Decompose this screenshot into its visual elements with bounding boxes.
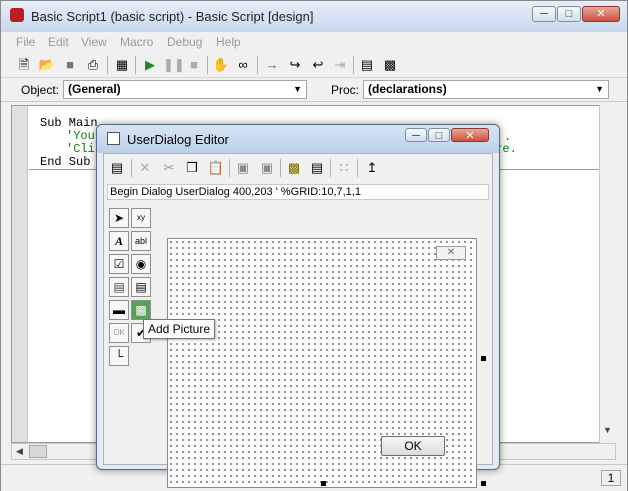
- run-icon[interactable]: ▶: [141, 56, 159, 74]
- menu-debug[interactable]: Debug: [167, 35, 202, 49]
- code-line: End Sub: [40, 155, 91, 169]
- step-over-icon[interactable]: ↪: [286, 56, 304, 74]
- textbox-tool-icon[interactable]: abl: [131, 231, 151, 251]
- add-picture-tooltip: Add Picture: [143, 319, 215, 339]
- stop-icon[interactable]: ■: [185, 56, 203, 74]
- paste-icon[interactable]: 📋: [206, 158, 226, 178]
- menu-file[interactable]: File: [16, 35, 35, 49]
- push-button-tool-icon[interactable]: └: [109, 346, 129, 366]
- cut-icon[interactable]: ✂: [159, 158, 179, 178]
- scroll-thumb[interactable]: [29, 445, 47, 458]
- app-icon: [10, 8, 24, 22]
- picture-tool-icon[interactable]: ▩: [131, 300, 151, 320]
- print-icon[interactable]: ⎙: [84, 56, 102, 74]
- maximize-button[interactable]: □: [557, 6, 581, 22]
- ok-button[interactable]: OK: [381, 436, 445, 456]
- window-title: Basic Script1 (basic script) - Basic Scr…: [31, 9, 314, 24]
- watch-glasses-icon[interactable]: ∞: [234, 56, 252, 74]
- new-document-icon[interactable]: 🗎: [15, 56, 33, 74]
- scroll-left-icon[interactable]: ◀: [16, 446, 23, 457]
- resize-handle[interactable]: [481, 356, 486, 361]
- delete-icon[interactable]: ✕: [135, 158, 155, 178]
- toolbar: 🗎 📂 ■ ⎙ ▦ ▶ ❚❚ ■ ✋ ∞ → ↪ ↩ ⇥ ▤ ▩: [1, 52, 627, 78]
- minimize-button[interactable]: ─: [532, 6, 556, 22]
- ok-button-tool-icon[interactable]: OK: [109, 323, 129, 343]
- menu-help[interactable]: Help: [216, 35, 241, 49]
- proc-label: Proc:: [331, 83, 360, 97]
- selector-bar: Object: (General) ▼ Proc: (declarations)…: [1, 78, 627, 102]
- ok-button-label: OK: [404, 439, 422, 453]
- dialog-app-icon: [107, 132, 120, 145]
- dialog-title-bar: UserDialog Editor ─ □ ✕: [97, 125, 499, 153]
- group-box-tool-icon[interactable]: ▤: [109, 277, 129, 297]
- pointer-tool-icon[interactable]: ➤: [109, 208, 129, 228]
- title-bar: Basic Script1 (basic script) - Basic Scr…: [1, 1, 627, 32]
- dialog-editor-body: ▤ ✕ ✂ ❐ 📋 ▣ ▣ ▩ ▤ ∷ ↥ Begin Dialog UserD…: [103, 153, 493, 488]
- open-folder-icon[interactable]: 📂: [38, 56, 56, 74]
- editor-gutter: [12, 106, 28, 442]
- chevron-down-icon: ▼: [595, 84, 604, 94]
- align-icon[interactable]: ▤: [307, 158, 327, 178]
- dialog-editor-icon[interactable]: ▦: [113, 56, 131, 74]
- resize-handle[interactable]: [481, 481, 486, 486]
- resize-handle[interactable]: [321, 481, 326, 486]
- dialog-maximize-button[interactable]: □: [428, 128, 450, 142]
- proc-value: (declarations): [368, 82, 447, 96]
- menu-bar: File Edit View Macro Debug Help: [1, 32, 627, 52]
- menu-view[interactable]: View: [81, 35, 107, 49]
- object-dropdown[interactable]: (General) ▼: [63, 80, 307, 99]
- group-icon[interactable]: ▩: [284, 158, 304, 178]
- bring-to-front-icon[interactable]: ▣: [233, 158, 253, 178]
- dialog-minimize-button[interactable]: ─: [405, 128, 427, 142]
- browse-icon[interactable]: ▩: [381, 56, 399, 74]
- copy-icon[interactable]: ❐: [182, 158, 202, 178]
- dialog-properties-icon[interactable]: ▤: [107, 158, 127, 178]
- proc-dropdown[interactable]: (declarations) ▼: [363, 80, 609, 99]
- menu-macro[interactable]: Macro: [120, 35, 153, 49]
- code-line: Sub Main: [40, 116, 98, 130]
- step-into-icon[interactable]: →: [263, 56, 281, 74]
- test-dialog-icon[interactable]: ↥: [362, 158, 382, 178]
- references-icon[interactable]: ▤: [358, 56, 376, 74]
- text-tool-icon[interactable]: A: [109, 231, 129, 251]
- save-icon[interactable]: ■: [61, 56, 79, 74]
- step-out-icon[interactable]: ↩: [309, 56, 327, 74]
- line-number: 1: [601, 470, 621, 486]
- scroll-down-icon[interactable]: ▼: [603, 425, 612, 435]
- step-to-cursor-icon[interactable]: ⇥: [331, 56, 349, 74]
- object-label: Object:: [21, 83, 60, 97]
- dialog-close-button[interactable]: ✕: [451, 128, 489, 142]
- menu-edit[interactable]: Edit: [48, 35, 69, 49]
- vertical-scrollbar[interactable]: ▼: [599, 105, 616, 443]
- dialog-title: UserDialog Editor: [127, 132, 229, 147]
- option-button-tool-icon[interactable]: ◉: [131, 254, 151, 274]
- grid-icon[interactable]: ∷: [334, 158, 354, 178]
- code-line: 'Cli: [66, 142, 95, 156]
- object-value: (General): [68, 82, 121, 96]
- combobox-tool-icon[interactable]: ▬: [109, 300, 129, 320]
- send-to-back-icon[interactable]: ▣: [257, 158, 277, 178]
- dialog-design-canvas[interactable]: ✕ OK: [167, 238, 477, 488]
- hand-icon[interactable]: ✋: [212, 56, 230, 74]
- xy-tool-icon[interactable]: xy: [131, 208, 151, 228]
- canvas-close-icon[interactable]: ✕: [436, 246, 466, 260]
- userdialog-editor-window: UserDialog Editor ─ □ ✕ ▤ ✕ ✂ ❐ 📋 ▣ ▣ ▩ …: [96, 124, 500, 488]
- checkbox-tool-icon[interactable]: ☑: [109, 254, 129, 274]
- listbox-tool-icon[interactable]: ▤: [131, 277, 151, 297]
- pause-icon[interactable]: ❚❚: [163, 56, 185, 74]
- close-button[interactable]: ✕: [582, 6, 620, 22]
- dialog-code-line: Begin Dialog UserDialog 400,203 ' %GRID:…: [107, 184, 489, 200]
- chevron-down-icon: ▼: [293, 84, 302, 94]
